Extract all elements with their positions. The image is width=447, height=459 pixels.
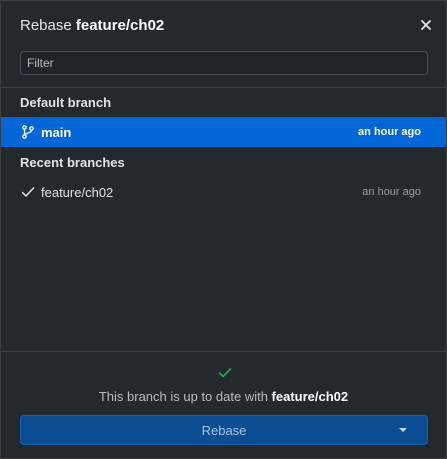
check-icon <box>218 368 232 378</box>
section-header-recent-branches: Recent branches <box>20 155 125 170</box>
status-message: This branch is up to date with feature/c… <box>1 389 446 404</box>
title-prefix: Rebase <box>20 17 76 34</box>
branch-time: an hour ago <box>362 186 421 198</box>
section-header-default-branch: Default branch <box>20 95 112 110</box>
branch-row-feature-ch02[interactable]: feature/ch02 an hour ago <box>1 177 446 207</box>
check-icon <box>21 187 35 197</box>
close-icon <box>421 20 431 30</box>
footer-divider <box>1 351 446 352</box>
divider <box>1 87 446 88</box>
rebase-dialog: Rebase feature/ch02 Default branch main … <box>0 0 447 459</box>
git-branch-icon <box>22 125 34 139</box>
caret-down-icon[interactable] <box>399 428 407 432</box>
dialog-header: Rebase feature/ch02 <box>1 1 446 51</box>
branch-name: feature/ch02 <box>41 185 114 200</box>
branch-row-main[interactable]: main an hour ago <box>1 117 446 147</box>
rebase-button[interactable]: Rebase <box>20 415 428 445</box>
dialog-title: Rebase feature/ch02 <box>20 17 164 34</box>
status-branch-name: feature/ch02 <box>271 389 349 404</box>
branch-time: an hour ago <box>358 126 421 138</box>
branch-name: main <box>41 125 72 140</box>
status-prefix: This branch is up to date with <box>98 389 272 404</box>
close-button[interactable] <box>418 17 434 33</box>
filter-input[interactable] <box>20 51 428 75</box>
rebase-button-label: Rebase <box>201 423 247 438</box>
title-branch-name: feature/ch02 <box>75 17 165 34</box>
